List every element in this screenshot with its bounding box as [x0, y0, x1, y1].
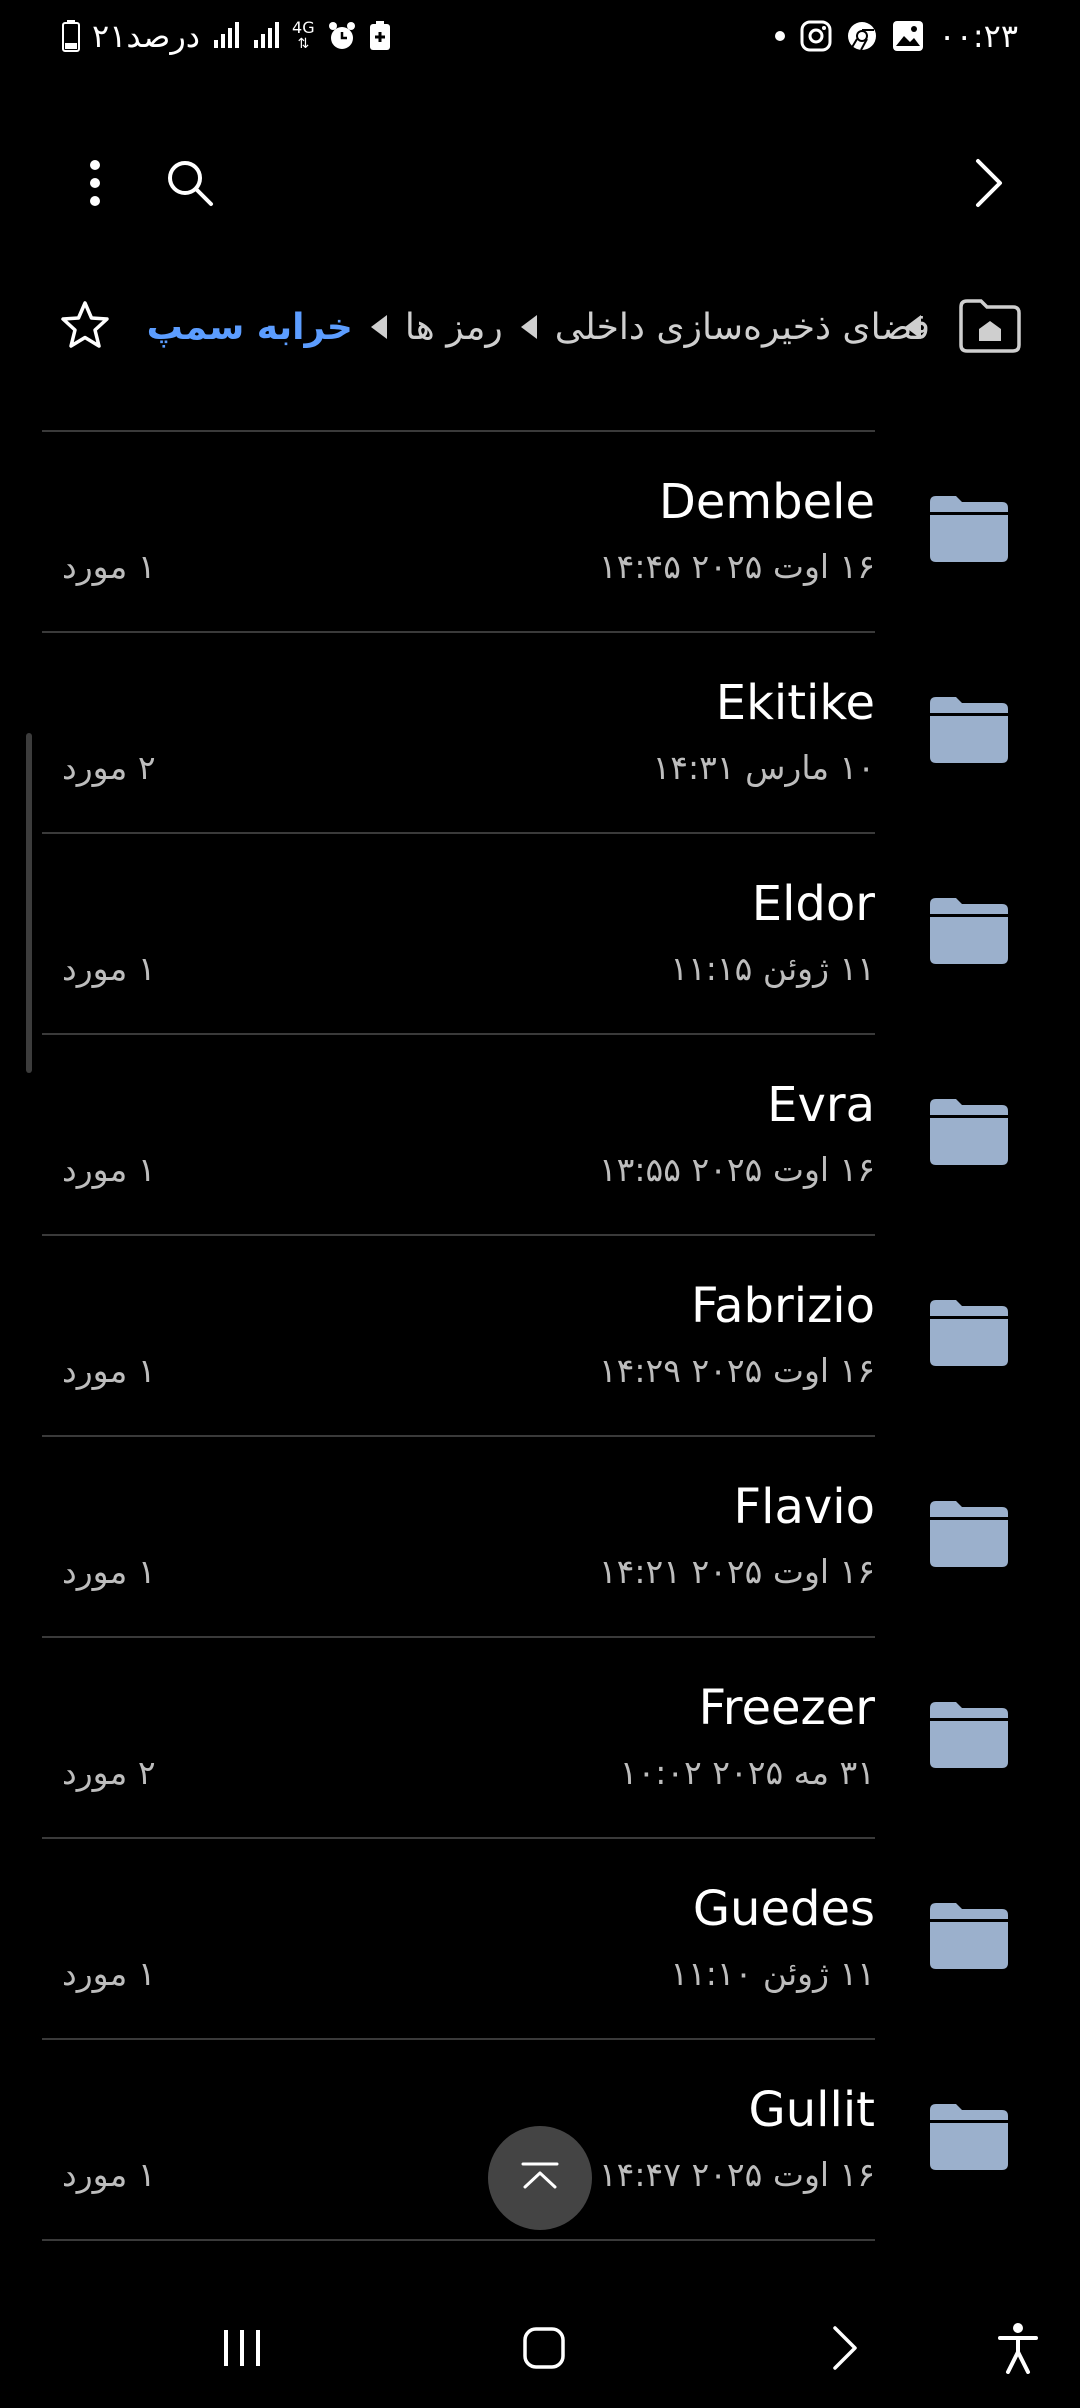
accessibility-button[interactable] [973, 2310, 1063, 2390]
list-item[interactable]: Freezer ۳۱ مه ۲۰۲۵ ۱۰:۰۲ ۲ مورد [0, 1638, 1080, 1839]
home-button[interactable] [499, 2310, 589, 2390]
folder-name: Freezer [698, 1680, 875, 1736]
folder-date: ۳۱ مه ۲۰۲۵ ۱۰:۰۲ [619, 1753, 875, 1792]
folder-name: Flavio [733, 1479, 875, 1535]
folder-item-count: ۱ مورد [62, 1954, 156, 1993]
scroll-to-top-icon [520, 2161, 560, 2195]
back-button[interactable] [800, 2310, 890, 2390]
folder-item-count: ۱ مورد [62, 1351, 156, 1390]
forward-arrow-icon [974, 157, 1004, 213]
breadcrumb: فضای ذخیره‌سازی داخلی رمز ها خرابه سمپ [0, 282, 1080, 372]
folder-name: Fabrizio [690, 1278, 875, 1334]
status-left: ۲۱درصد 4G ⇅ [62, 12, 391, 60]
folder-icon [930, 1300, 1008, 1366]
top-app-bar [0, 140, 1080, 250]
folder-icon [930, 1903, 1008, 1969]
recents-icon [220, 2328, 264, 2372]
list-item[interactable]: Ekitike ۱۰ مارس ۱۴:۳۱ ۲ مورد [0, 633, 1080, 834]
folder-icon [930, 496, 1008, 562]
recents-button[interactable] [197, 2310, 287, 2390]
folder-item-count: ۱ مورد [62, 949, 156, 988]
folder-date: ۱۶ اوت ۲۰۲۵ ۱۳:۵۵ [598, 1150, 875, 1189]
home-icon [522, 2326, 566, 2374]
folder-date: ۱۶ اوت ۲۰۲۵ ۱۴:۴۷ [598, 2155, 875, 2194]
folder-icon [930, 2104, 1008, 2170]
status-right: ۰۰:۲۳ [774, 12, 1018, 60]
search-button[interactable] [145, 140, 235, 230]
home-storage-button[interactable] [945, 282, 1035, 372]
folder-name: Ekitike [715, 675, 875, 731]
folder-item-count: ۲ مورد [62, 748, 156, 787]
folder-date: ۱۶ اوت ۲۰۲۵ ۱۴:۲۱ [598, 1552, 875, 1591]
instagram-icon [800, 20, 832, 52]
list-item[interactable]: Fabrizio ۱۶ اوت ۲۰۲۵ ۱۴:۲۹ ۱ مورد [0, 1236, 1080, 1437]
list-item[interactable]: Flavio ۱۶ اوت ۲۰۲۵ ۱۴:۲۱ ۱ مورد [0, 1437, 1080, 1638]
folder-name: Dembele [658, 474, 875, 530]
chrome-icon [846, 20, 878, 52]
folder-icon [930, 1501, 1008, 1567]
folder-icon [930, 898, 1008, 964]
list-item[interactable]: Guedes ۱۱ ژوئن ۱۱:۱۰ ۱ مورد [0, 1839, 1080, 2040]
home-folder-icon [957, 297, 1023, 357]
status-bar: ۲۱درصد 4G ⇅ ۰۰:۲۳ [0, 0, 1080, 72]
folder-date: ۱۰ مارس ۱۴:۳۱ [652, 748, 875, 787]
dot-icon [774, 30, 786, 42]
folder-date: ۱۶ اوت ۲۰۲۵ ۱۴:۴۵ [598, 547, 875, 586]
status-time: ۰۰:۲۳ [938, 17, 1018, 55]
breadcrumb-current[interactable]: خرابه سمپ [147, 307, 353, 348]
more-options-icon [89, 159, 101, 211]
star-icon [59, 299, 111, 355]
battery-text: ۲۱درصد [92, 17, 201, 55]
scroll-to-top-button[interactable] [488, 2126, 592, 2230]
folder-icon [930, 697, 1008, 763]
folder-icon [930, 1099, 1008, 1165]
folder-name: Guedes [692, 1881, 875, 1937]
folder-date: ۱۱ ژوئن ۱۱:۱۵ [670, 949, 875, 988]
folder-name: Eldor [751, 876, 875, 932]
divider [42, 2239, 875, 2241]
network-type: 4G ⇅ [292, 18, 315, 53]
forward-button[interactable] [944, 140, 1034, 230]
accessibility-icon [996, 2322, 1040, 2378]
search-icon [165, 158, 215, 212]
folder-item-count: ۱ مورد [62, 1150, 156, 1189]
back-icon [831, 2324, 859, 2376]
more-options-button[interactable] [50, 140, 140, 230]
alarm-icon [327, 21, 357, 51]
breadcrumb-separator-icon [370, 315, 387, 339]
breadcrumb-separator-icon [905, 315, 921, 339]
folder-item-count: ۱ مورد [62, 1552, 156, 1591]
file-list: Dembele ۱۶ اوت ۲۰۲۵ ۱۴:۴۵ ۱ مورد Ekitike… [0, 430, 1080, 2250]
gallery-icon [892, 20, 924, 52]
list-item[interactable]: Dembele ۱۶ اوت ۲۰۲۵ ۱۴:۴۵ ۱ مورد [0, 432, 1080, 633]
folder-date: ۱۱ ژوئن ۱۱:۱۰ [670, 1954, 875, 1993]
favorite-button[interactable] [40, 282, 130, 372]
breadcrumb-item-internal-storage[interactable]: فضای ذخیره‌سازی داخلی [555, 307, 930, 348]
folder-date: ۱۶ اوت ۲۰۲۵ ۱۴:۲۹ [598, 1351, 875, 1390]
signal-icon-2 [252, 22, 280, 50]
battery-icon [62, 20, 80, 52]
list-item[interactable]: Eldor ۱۱ ژوئن ۱۱:۱۵ ۱ مورد [0, 834, 1080, 1035]
breadcrumb-separator-icon [520, 315, 537, 339]
folder-name: Evra [767, 1077, 875, 1133]
folder-item-count: ۱ مورد [62, 2155, 156, 2194]
folder-item-count: ۲ مورد [62, 1753, 156, 1792]
folder-item-count: ۱ مورد [62, 547, 156, 586]
scrollbar-thumb[interactable] [26, 733, 32, 1073]
battery-saver-icon [369, 21, 391, 51]
folder-icon [930, 1702, 1008, 1768]
breadcrumb-item-passwords[interactable]: رمز ها [405, 307, 503, 348]
folder-name: Gullit [748, 2082, 875, 2138]
system-nav-bar [0, 2290, 1080, 2408]
signal-icon [212, 22, 240, 50]
list-item[interactable]: Evra ۱۶ اوت ۲۰۲۵ ۱۳:۵۵ ۱ مورد [0, 1035, 1080, 1236]
breadcrumb-path: فضای ذخیره‌سازی داخلی رمز ها خرابه سمپ [147, 282, 930, 372]
